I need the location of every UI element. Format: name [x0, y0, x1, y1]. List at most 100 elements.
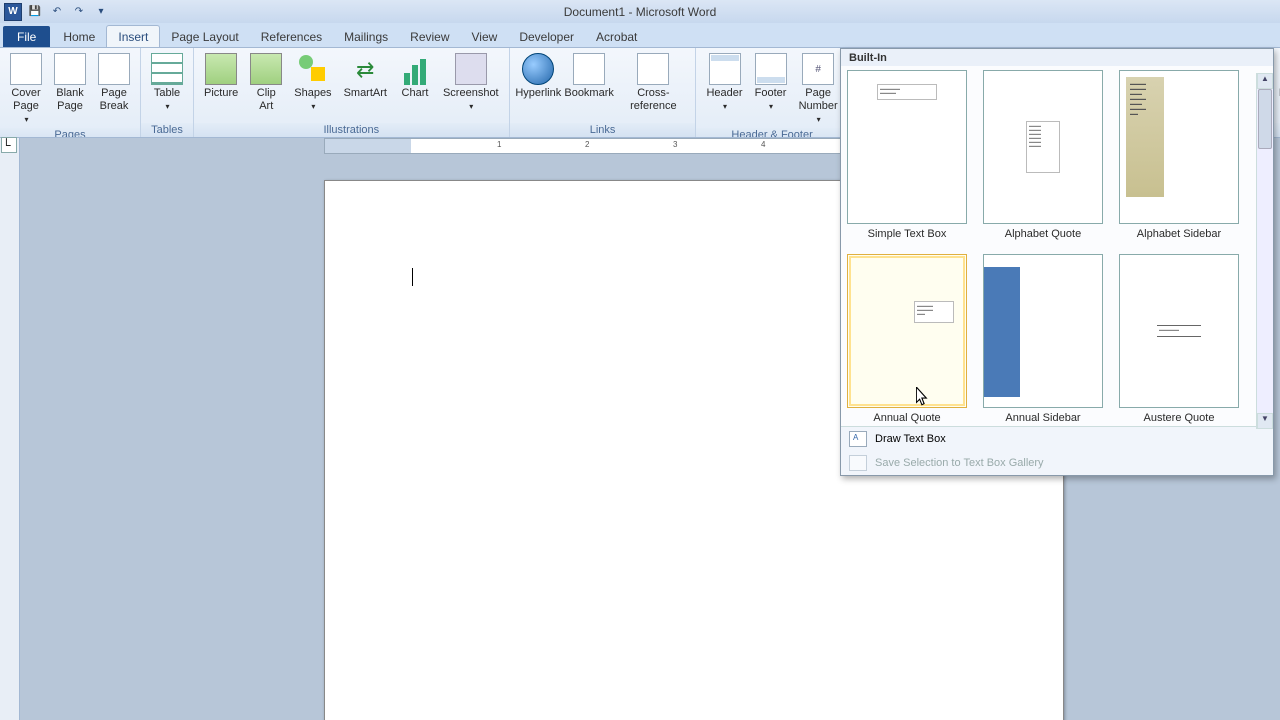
scroll-down-arrow[interactable]: ▼: [1257, 413, 1273, 429]
text-cursor: [412, 268, 413, 286]
ribbon-group-header-footer: Header▾ Footer▾ # Page Number▾ Header & …: [696, 48, 848, 137]
gallery-item-label: Annual Quote: [873, 412, 940, 424]
blank-page-icon: [54, 53, 86, 85]
tab-page-layout[interactable]: Page Layout: [160, 26, 249, 47]
chart-icon: [399, 53, 431, 85]
gallery-item-austere-quote[interactable]: ▬▬▬▬▬ Austere Quote: [1119, 254, 1239, 424]
scroll-thumb[interactable]: [1258, 89, 1272, 149]
chart-label: Chart: [402, 87, 429, 100]
clip-art-button[interactable]: Clip Art: [244, 50, 288, 113]
gallery-item-label: Simple Text Box: [868, 228, 947, 240]
footer-label: Footer: [755, 87, 787, 100]
tab-references[interactable]: References: [250, 26, 333, 47]
gallery-item-simple-text-box[interactable]: ▬▬▬▬▬▬▬▬▬ Simple Text Box: [847, 70, 967, 240]
tab-review[interactable]: Review: [399, 26, 460, 47]
screenshot-label: Screenshot: [443, 87, 499, 100]
chart-button[interactable]: Chart: [393, 50, 437, 100]
smartart-label: SmartArt: [344, 87, 387, 100]
cross-reference-icon: [637, 53, 669, 85]
screenshot-button[interactable]: Screenshot▾: [437, 50, 505, 113]
page-number-button[interactable]: # Page Number▾: [793, 50, 844, 126]
tab-file[interactable]: File: [3, 26, 50, 47]
gallery-item-alphabet-sidebar[interactable]: ▬▬▬▬▬▬▬▬▬▬▬▬▬▬▬▬▬▬▬▬▬▬▬▬ Alphabet Sideba…: [1119, 70, 1239, 240]
cross-reference-label: Cross-reference: [621, 87, 685, 113]
dropdown-caret-icon: ▾: [311, 100, 315, 113]
draw-text-box-menuitem[interactable]: A Draw Text Box: [841, 427, 1273, 451]
save-selection-label: Save Selection to Text Box Gallery: [875, 457, 1044, 469]
ribbon-group-tables: Table▾ Tables: [141, 48, 194, 137]
word-app-icon[interactable]: W: [4, 3, 22, 21]
ruler-number: 1: [497, 140, 501, 149]
tab-developer[interactable]: Developer: [508, 26, 585, 47]
group-label-header-footer: Header & Footer: [696, 128, 847, 138]
ribbon-group-pages: Cover Page▾ Blank Page Page Break Pages: [0, 48, 141, 137]
gallery-item-label: Alphabet Quote: [1005, 228, 1081, 240]
blank-page-label: Blank Page: [56, 87, 84, 113]
tab-mailings[interactable]: Mailings: [333, 26, 399, 47]
quick-access-toolbar: W 💾 ↶ ↷ ▾: [0, 3, 110, 21]
dropdown-caret-icon: ▾: [165, 100, 169, 113]
save-selection-menuitem: Save Selection to Text Box Gallery: [841, 451, 1273, 475]
qat-undo-button[interactable]: ↶: [48, 3, 66, 21]
group-label-illustrations: Illustrations: [194, 123, 509, 137]
dropdown-caret-icon: ▾: [769, 100, 773, 113]
blank-page-button[interactable]: Blank Page: [48, 50, 92, 113]
tab-selector[interactable]: └: [1, 137, 17, 153]
cross-reference-button[interactable]: Cross-reference: [615, 50, 691, 113]
vertical-ruler: └: [0, 138, 20, 720]
gallery-grid: ▬▬▬▬▬▬▬▬▬ Simple Text Box ▬▬▬▬▬▬▬▬▬▬▬▬▬▬…: [841, 66, 1273, 426]
clip-art-label: Clip Art: [257, 87, 276, 113]
page-number-icon: #: [802, 53, 834, 85]
tab-view[interactable]: View: [461, 26, 509, 47]
page-number-label: Page Number: [799, 87, 838, 113]
header-button[interactable]: Header▾: [700, 50, 748, 113]
dropdown-caret-icon: ▾: [469, 100, 473, 113]
cover-page-button[interactable]: Cover Page▾: [4, 50, 48, 126]
gallery-item-annual-sidebar[interactable]: Annual Sidebar: [983, 254, 1103, 424]
picture-button[interactable]: Picture: [198, 50, 244, 100]
qat-save-button[interactable]: 💾: [26, 3, 44, 21]
tab-insert[interactable]: Insert: [106, 25, 160, 47]
shapes-icon: [297, 53, 329, 85]
ribbon-group-links: Hyperlink Bookmark Cross-reference Links: [510, 48, 697, 137]
ruler-number: 4: [761, 140, 765, 149]
save-selection-icon: [849, 455, 867, 471]
hyperlink-icon: [522, 53, 554, 85]
shapes-label: Shapes: [294, 87, 331, 100]
gallery-header: Built-In: [841, 49, 1273, 66]
gallery-scrollbar[interactable]: ▲ ▼: [1256, 73, 1273, 429]
gallery-item-annual-quote[interactable]: ▬▬▬▬▬▬▬▬▬▬ Annual Quote: [847, 254, 967, 424]
page-break-button[interactable]: Page Break: [92, 50, 136, 113]
dropdown-caret-icon: ▾: [723, 100, 727, 113]
gallery-item-alphabet-quote[interactable]: ▬▬▬▬▬▬▬▬▬▬▬▬▬▬▬▬▬▬ Alphabet Quote: [983, 70, 1103, 240]
draw-text-box-label: Draw Text Box: [875, 433, 946, 445]
bookmark-button[interactable]: Bookmark: [563, 50, 615, 100]
hyperlink-label: Hyperlink: [515, 87, 561, 100]
table-button[interactable]: Table▾: [145, 50, 189, 113]
tab-home[interactable]: Home: [52, 26, 106, 47]
group-label-pages: Pages: [0, 128, 140, 138]
footer-button[interactable]: Footer▾: [749, 50, 793, 113]
ribbon-tab-strip: File Home Insert Page Layout References …: [0, 23, 1280, 48]
draw-text-box-icon: A: [849, 431, 867, 447]
qat-redo-button[interactable]: ↷: [70, 3, 88, 21]
qat-customize-button[interactable]: ▾: [92, 3, 110, 21]
table-label: Table: [154, 87, 180, 100]
header-icon: [709, 53, 741, 85]
scroll-up-arrow[interactable]: ▲: [1257, 73, 1273, 89]
gallery-item-label: Austere Quote: [1144, 412, 1215, 424]
hyperlink-button[interactable]: Hyperlink: [514, 50, 563, 100]
smartart-button[interactable]: ⇄ SmartArt: [338, 50, 393, 100]
ruler-number: 3: [673, 140, 677, 149]
screenshot-icon: [455, 53, 487, 85]
cover-page-label: Cover Page: [11, 87, 40, 113]
tab-acrobat[interactable]: Acrobat: [585, 26, 648, 47]
ruler-number: 2: [585, 140, 589, 149]
dropdown-caret-icon: ▾: [817, 113, 821, 126]
gallery-item-label: Alphabet Sidebar: [1137, 228, 1221, 240]
group-label-links: Links: [510, 123, 696, 137]
gallery-footer: A Draw Text Box Save Selection to Text B…: [841, 426, 1273, 475]
scroll-track[interactable]: [1257, 89, 1273, 413]
smartart-icon: ⇄: [349, 53, 381, 85]
shapes-button[interactable]: Shapes▾: [288, 50, 337, 113]
